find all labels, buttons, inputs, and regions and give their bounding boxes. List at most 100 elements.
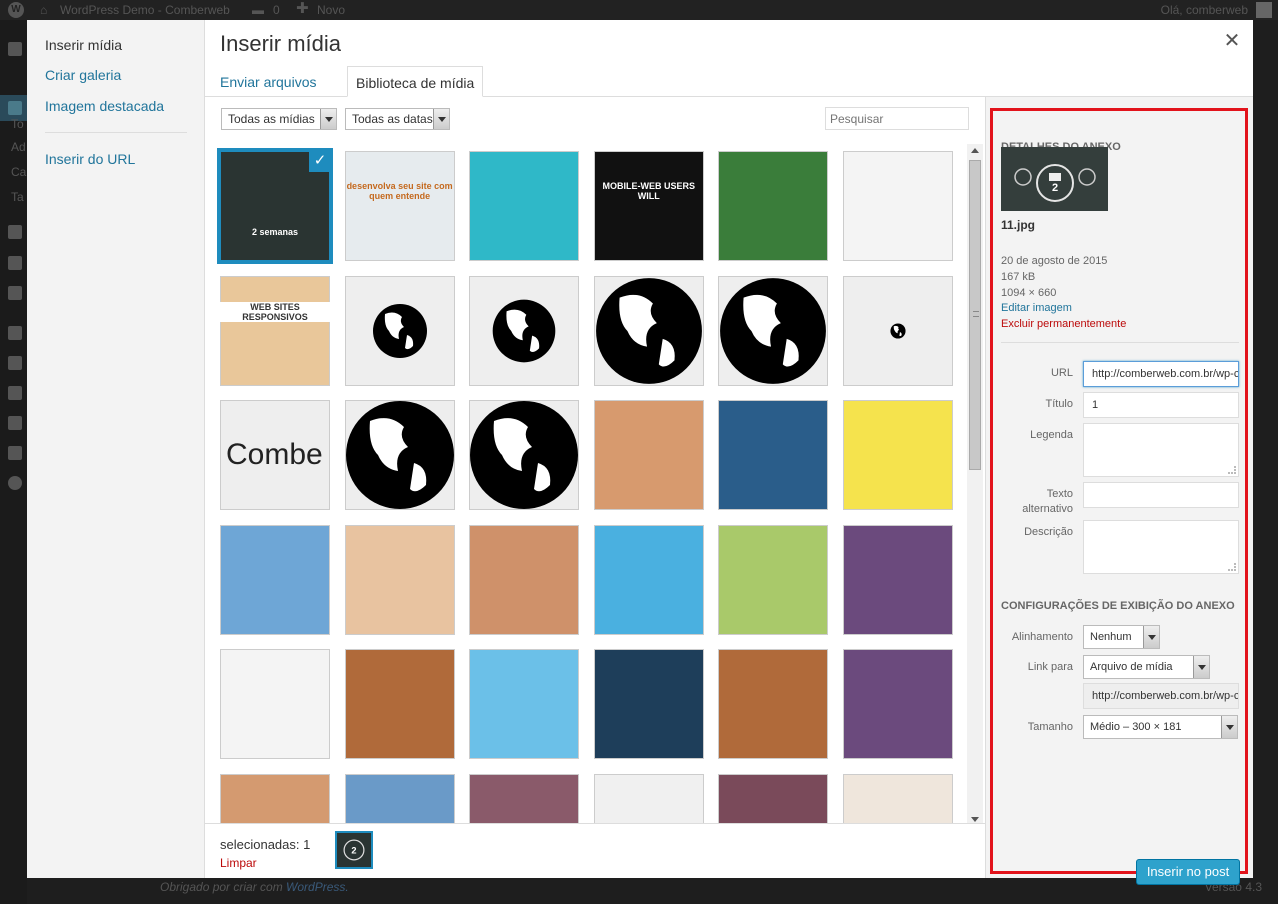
alt-text-field[interactable]	[1083, 482, 1239, 508]
attachment-thumbnail[interactable]	[593, 774, 704, 826]
attachment-thumbnail[interactable]: 300X187	[344, 774, 455, 826]
attachment-thumbnail[interactable]	[469, 275, 580, 386]
admin-bar-comments-count[interactable]: 0	[273, 0, 280, 20]
link-to-label: Link para	[1027, 661, 1073, 673]
admin-menu: To Ad Ca Ta	[0, 20, 27, 904]
thumbnail-text: Combe	[226, 438, 323, 472]
svg-text:2: 2	[351, 845, 356, 855]
attachment-thumbnail[interactable]: 2 semanas ✓	[220, 151, 330, 261]
attachment-thumbnail[interactable]	[843, 524, 953, 635]
tab-media-library[interactable]: Biblioteca de mídia	[347, 66, 484, 97]
attachment-thumbnail[interactable]	[718, 649, 829, 760]
thumbnail-caption: MOBILE-WEB USERS WILL	[602, 181, 696, 201]
attachment-thumbnail[interactable]	[843, 774, 953, 826]
attachment-thumbnail[interactable]	[469, 151, 580, 261]
description-label: Descrição	[1024, 526, 1073, 538]
menu-item-insert-from-url[interactable]: Inserir do URL	[45, 151, 135, 167]
detail-thumbnail: 2	[1001, 147, 1108, 211]
wordpress-logo-icon[interactable]: W	[8, 2, 24, 18]
attachment-thumbnail[interactable]	[718, 524, 829, 635]
link-to-value: Arquivo de mídia	[1090, 661, 1173, 673]
url-field[interactable]: http://comberweb.com.br/wp-content/uploa…	[1083, 361, 1239, 387]
link-url-field[interactable]: http://comberweb.com.br/wp-content/uploa…	[1083, 683, 1239, 709]
edit-image-link[interactable]: Editar imagem	[1001, 302, 1072, 314]
close-icon[interactable]: ✕	[1221, 30, 1243, 52]
globe-icon	[720, 277, 827, 384]
globe-icon	[492, 299, 556, 362]
menu-separator	[45, 132, 187, 133]
date-filter[interactable]: Todas as datas	[345, 108, 450, 130]
home-icon[interactable]: ⌂	[40, 0, 54, 20]
attachment-thumbnail[interactable]	[344, 524, 455, 635]
attachment-thumbnail[interactable]	[593, 275, 704, 386]
scrollbar-handle[interactable]	[969, 160, 981, 470]
attachment-thumbnail[interactable]	[344, 400, 455, 511]
chevron-down-icon	[1193, 656, 1209, 678]
selected-thumbnail[interactable]: 2	[335, 831, 373, 869]
admin-bar-new[interactable]: Novo	[317, 0, 345, 20]
attachment-thumbnail[interactable]: WEB SITES RESPONSIVOS	[220, 275, 330, 386]
menu-item-featured-image[interactable]: Imagem destacada	[45, 98, 164, 114]
attachment-thumbnail[interactable]	[220, 649, 330, 760]
avatar[interactable]	[1256, 2, 1272, 18]
size-select[interactable]: Médio – 300 × 181	[1083, 715, 1238, 739]
attachments-grid: 2 semanas ✓ desenvolva seu site com quem e…	[217, 148, 962, 826]
attachment-thumbnail[interactable]	[718, 400, 829, 511]
menu-item-create-gallery[interactable]: Criar galeria	[45, 67, 121, 83]
caption-field[interactable]	[1083, 423, 1239, 477]
attachment-thumbnail[interactable]	[718, 151, 829, 261]
link-to-select[interactable]: Arquivo de mídia	[1083, 655, 1210, 679]
comments-icon	[8, 286, 22, 300]
detail-date: 20 de agosto de 2015	[1001, 255, 1108, 267]
alignment-select[interactable]: Nenhum	[1083, 625, 1160, 649]
attachment-thumbnail[interactable]	[469, 400, 580, 511]
thumbnail-caption: 2 semanas	[251, 227, 299, 237]
attachment-thumbnail[interactable]	[469, 774, 580, 826]
attachment-thumbnail[interactable]	[843, 151, 953, 261]
chevron-down-icon	[1143, 626, 1159, 648]
attachment-thumbnail[interactable]	[469, 524, 580, 635]
tab-upload-files[interactable]: Enviar arquivos	[212, 66, 325, 97]
scrollbar[interactable]	[967, 144, 983, 826]
insert-into-post-button[interactable]: Inserir no post	[1136, 859, 1240, 885]
attachment-thumbnail[interactable]	[843, 649, 953, 760]
attachment-thumbnail[interactable]	[843, 400, 953, 511]
plus-icon[interactable]: ✚	[296, 0, 309, 19]
scroll-down-icon[interactable]	[971, 817, 979, 822]
title-label: Título	[1045, 398, 1073, 410]
footer-wordpress-link[interactable]: WordPress.	[286, 880, 349, 894]
dashboard-icon	[8, 42, 22, 56]
tools-icon	[8, 416, 22, 430]
alignment-value: Nenhum	[1090, 631, 1132, 643]
attachment-thumbnail[interactable]: desenvolva seu site com quem entende	[344, 151, 455, 261]
comment-icon[interactable]: ▬	[252, 0, 264, 20]
attachment-thumbnail[interactable]	[469, 649, 580, 760]
admin-bar-site-name[interactable]: WordPress Demo - Comberweb	[60, 0, 230, 20]
attachment-thumbnail[interactable]	[593, 400, 704, 511]
description-field[interactable]	[1083, 520, 1239, 574]
attachment-thumbnail[interactable]	[718, 774, 829, 826]
title-field[interactable]: 1	[1083, 392, 1239, 418]
clear-selection-link[interactable]: Limpar	[220, 856, 257, 870]
router-tabs: Enviar arquivos Biblioteca de mídia	[205, 64, 1253, 97]
media-type-filter[interactable]: Todas as mídias	[221, 108, 337, 130]
appearance-icon	[8, 326, 22, 340]
attachment-thumbnail[interactable]: MOBILE-WEB USERS WILL	[593, 151, 704, 261]
menu-item-insert-media[interactable]: Inserir mídia	[45, 37, 122, 53]
globe-icon	[345, 401, 454, 510]
attachment-thumbnail[interactable]	[220, 774, 330, 826]
scroll-up-icon[interactable]	[971, 148, 979, 153]
admin-bar-greeting[interactable]: Olá, comberweb	[1161, 0, 1248, 20]
detail-filename: 11.jpg	[1001, 218, 1036, 232]
attachment-thumbnail[interactable]	[344, 275, 455, 386]
attachment-thumbnail[interactable]	[220, 524, 330, 635]
attachment-thumbnail[interactable]	[344, 649, 455, 760]
check-icon[interactable]: ✓	[309, 151, 330, 172]
search-input[interactable]	[825, 107, 969, 130]
attachment-thumbnail[interactable]	[718, 275, 829, 386]
attachment-thumbnail[interactable]	[593, 524, 704, 635]
attachment-thumbnail[interactable]: Combe	[220, 400, 330, 511]
attachment-thumbnail[interactable]	[593, 649, 704, 760]
delete-permanently-link[interactable]: Excluir permanentemente	[1001, 318, 1126, 330]
attachment-thumbnail[interactable]	[843, 275, 953, 386]
